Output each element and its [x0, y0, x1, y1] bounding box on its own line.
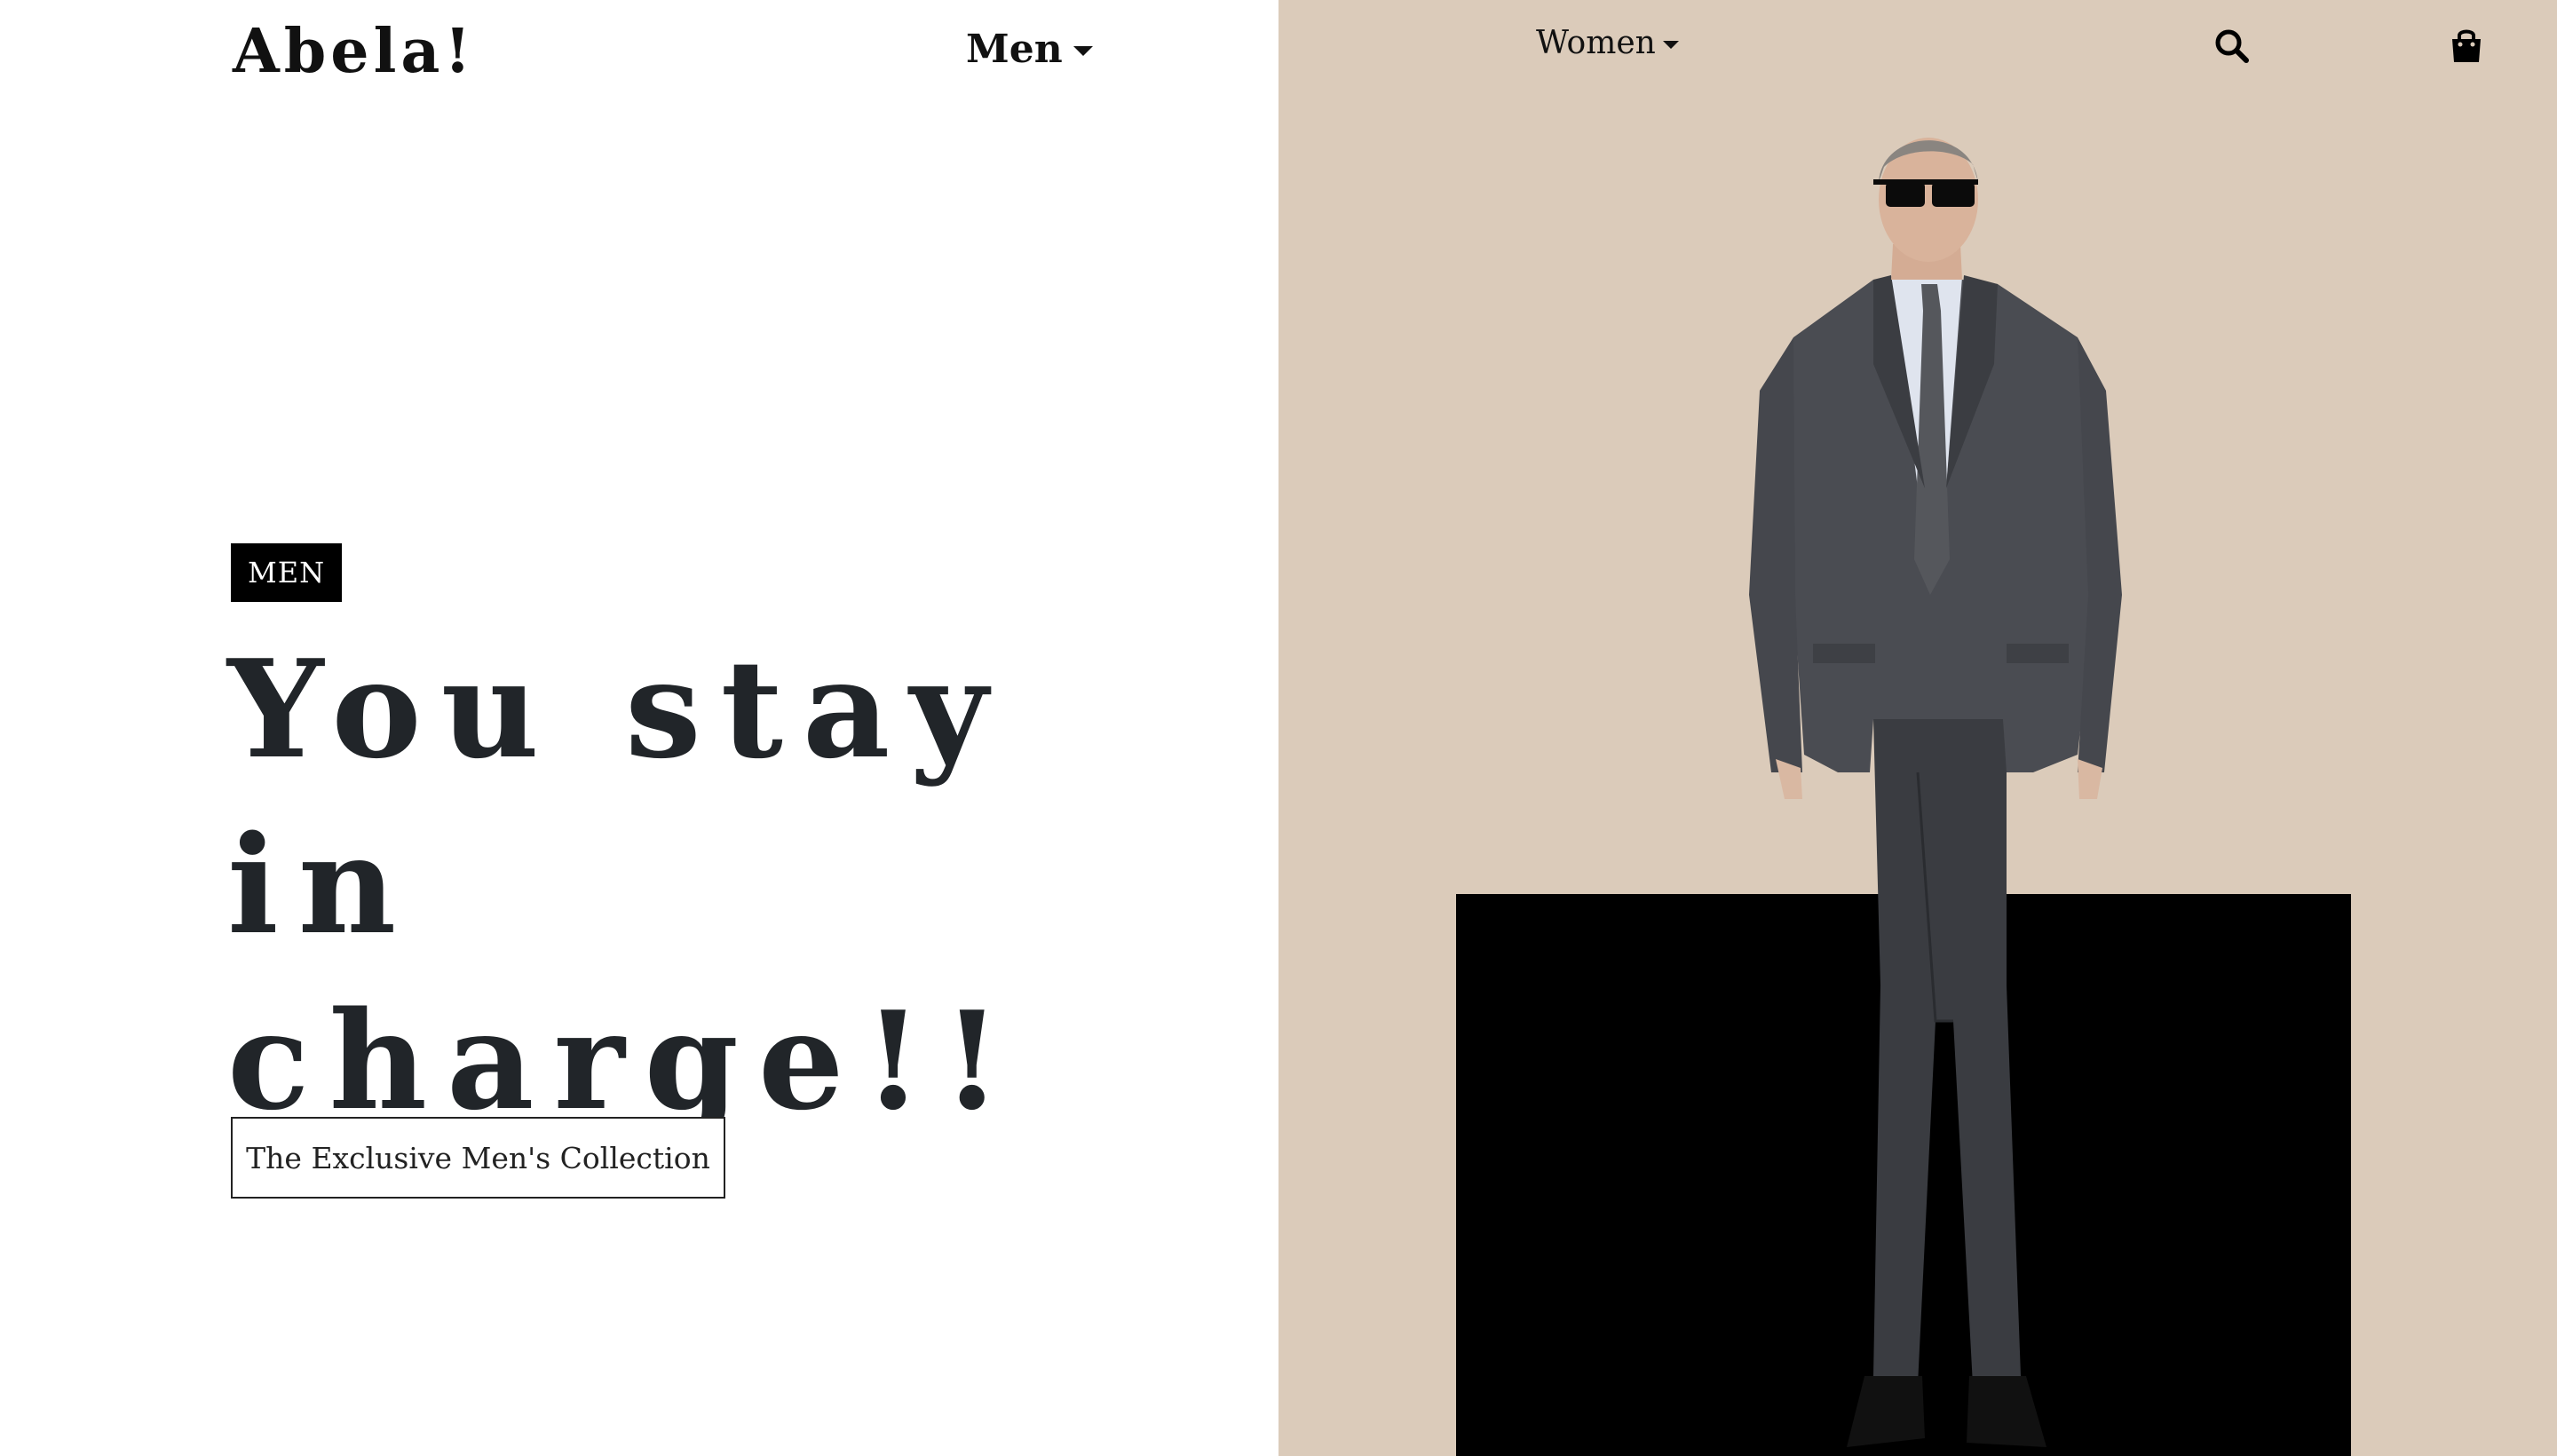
- hero-headline: You stay in charge!!: [227, 621, 1204, 1149]
- nav-women-label: Women: [1536, 25, 1656, 61]
- nav-men-dropdown[interactable]: Men: [966, 27, 1093, 72]
- search-button[interactable]: [2213, 27, 2252, 66]
- brand-logo[interactable]: Abela!: [233, 16, 475, 87]
- chevron-down-icon: [1073, 46, 1093, 56]
- shopping-bag-icon: [2452, 29, 2481, 62]
- category-badge: MEN: [231, 543, 342, 602]
- model-photo: [1749, 138, 2122, 1447]
- hero-image-panel: [1278, 0, 2557, 1456]
- nav-women-dropdown[interactable]: Women: [1536, 25, 1679, 61]
- cart-button[interactable]: [2447, 27, 2486, 66]
- nav-men-label: Men: [966, 27, 1063, 72]
- mens-collection-button[interactable]: The Exclusive Men's Collection: [231, 1117, 725, 1199]
- chevron-down-icon: [1662, 41, 1679, 49]
- hero-left-panel: Abela! Men MEN You stay in charge!! The …: [0, 0, 1278, 1456]
- search-icon: [2215, 29, 2249, 63]
- hero-headline-line1: You stay in: [227, 629, 1008, 964]
